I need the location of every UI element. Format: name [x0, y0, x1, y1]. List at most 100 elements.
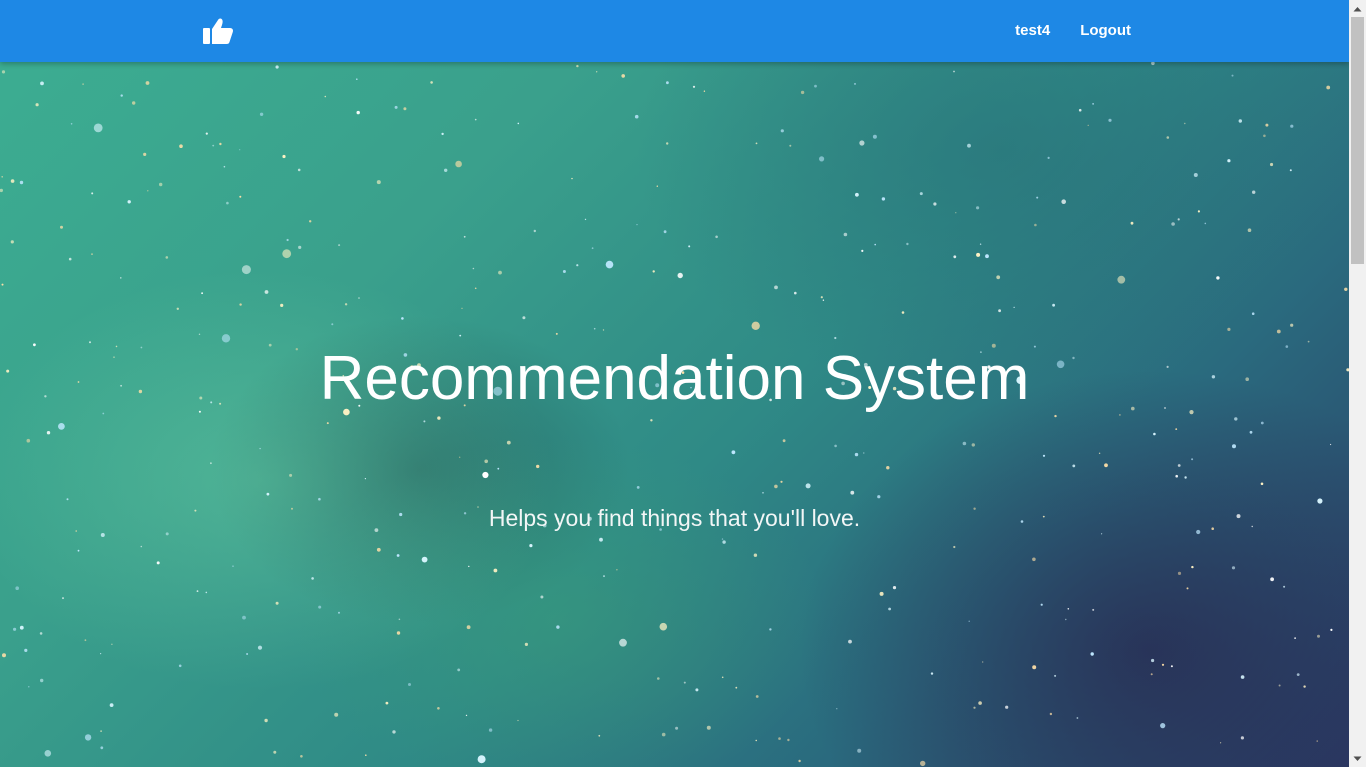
star	[562, 270, 566, 273]
star	[576, 264, 579, 267]
star	[1101, 533, 1103, 535]
star	[675, 726, 679, 730]
star	[19, 180, 24, 185]
star	[979, 243, 982, 245]
star	[318, 605, 322, 609]
star	[976, 206, 980, 210]
star	[636, 224, 638, 226]
star	[13, 627, 17, 631]
star	[212, 144, 215, 147]
star	[498, 270, 502, 275]
scroll-up-button[interactable]	[1349, 0, 1366, 17]
star	[920, 760, 926, 767]
star	[1177, 464, 1181, 467]
star	[715, 235, 718, 239]
star	[338, 611, 340, 614]
star	[100, 746, 104, 750]
star	[805, 483, 811, 489]
star	[652, 270, 655, 273]
star	[356, 78, 358, 80]
star	[576, 64, 579, 68]
star	[176, 307, 179, 310]
star	[1072, 464, 1076, 468]
star	[326, 422, 329, 425]
star	[721, 538, 724, 540]
star	[634, 114, 639, 119]
hero-subtitle: Helps you find things that you'll love.	[488, 505, 861, 531]
nav-user-link[interactable]: test4	[1000, 0, 1065, 62]
star	[156, 561, 160, 565]
star	[517, 122, 520, 125]
star	[517, 719, 519, 722]
scroll-up-arrow-icon	[1353, 6, 1362, 11]
star	[264, 290, 269, 294]
star	[677, 272, 683, 279]
star	[855, 192, 859, 197]
star	[398, 618, 401, 621]
star	[659, 622, 668, 631]
star	[60, 225, 63, 229]
star	[1175, 474, 1178, 478]
star	[596, 71, 598, 73]
star	[976, 252, 981, 257]
vertical-scrollbar[interactable]	[1349, 0, 1366, 767]
star	[666, 81, 669, 85]
star	[780, 129, 784, 133]
star	[1151, 61, 1155, 66]
star	[165, 256, 169, 259]
star	[1238, 119, 1243, 123]
star	[1117, 275, 1126, 284]
star	[403, 107, 407, 111]
star	[598, 734, 601, 737]
star	[985, 254, 989, 259]
scroll-down-button[interactable]	[1349, 750, 1366, 767]
star	[66, 498, 69, 501]
star	[1330, 628, 1333, 632]
nav-links: test4 Logout	[1000, 0, 1146, 62]
star	[774, 285, 778, 290]
star	[210, 462, 212, 465]
star	[1317, 634, 1320, 638]
star	[774, 484, 778, 489]
star	[338, 244, 341, 247]
star	[863, 452, 865, 454]
star	[15, 586, 19, 590]
home-logo-link[interactable]	[202, 17, 234, 45]
star	[1032, 557, 1036, 562]
star	[1276, 329, 1281, 334]
star	[423, 420, 426, 423]
scroll-thumb[interactable]	[1351, 17, 1364, 264]
star	[468, 565, 470, 568]
star	[280, 303, 284, 307]
star	[484, 459, 489, 464]
star	[605, 260, 614, 269]
star	[10, 179, 15, 183]
star	[178, 664, 182, 668]
star	[1240, 675, 1245, 679]
star	[1197, 210, 1200, 213]
star	[529, 544, 533, 548]
star	[888, 607, 891, 611]
star	[474, 118, 477, 121]
star	[1344, 287, 1348, 291]
star	[1054, 674, 1057, 677]
star	[482, 471, 489, 479]
nav-logout-link[interactable]: Logout	[1065, 0, 1146, 62]
star	[396, 554, 400, 557]
star	[836, 708, 838, 710]
star	[556, 625, 560, 629]
hero-section: Recommendation System Helps you find thi…	[0, 0, 1349, 767]
star	[731, 450, 736, 455]
star	[1231, 566, 1236, 570]
star	[430, 81, 433, 84]
star	[239, 303, 242, 306]
star	[879, 591, 884, 596]
star	[257, 645, 263, 650]
star	[616, 569, 618, 571]
star	[392, 730, 396, 734]
star	[159, 182, 163, 187]
star	[1260, 421, 1264, 425]
star	[721, 676, 724, 679]
star	[971, 443, 975, 447]
star	[850, 490, 855, 495]
